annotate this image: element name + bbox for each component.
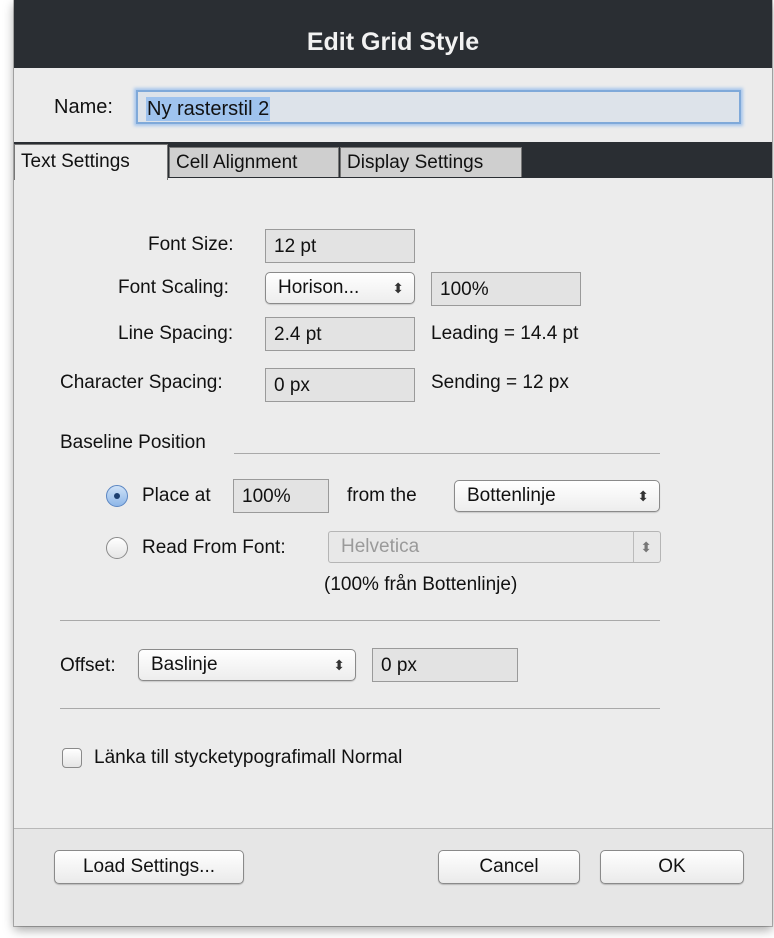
line-spacing-label: Line Spacing: — [118, 323, 234, 344]
font-size-label: Font Size: — [148, 234, 234, 255]
character-spacing-field[interactable]: 0 px — [265, 368, 415, 402]
title-bar[interactable]: Edit Grid Style — [14, 0, 772, 68]
sending-info: Sending = 12 px — [431, 372, 569, 393]
offset-value-field[interactable]: 0 px — [372, 648, 518, 682]
offset-select[interactable]: Baslinje ⬍ — [138, 649, 356, 681]
read-from-font-note: (100% från Bottenlinje) — [324, 574, 518, 595]
name-input[interactable]: Ny rasterstil 2 — [136, 90, 741, 124]
offset-top-divider — [60, 620, 660, 621]
place-at-radio[interactable] — [106, 485, 128, 507]
read-from-font-select[interactable]: Helvetica ⬍ — [328, 531, 661, 563]
tab-cell-alignment[interactable]: Cell Alignment — [169, 147, 339, 177]
font-scaling-select[interactable]: Horison... ⬍ — [265, 272, 415, 304]
link-style-label: Länka till stycketypografimall Normal — [94, 747, 403, 768]
name-label: Name: — [54, 96, 113, 118]
ok-button[interactable]: OK — [600, 850, 744, 884]
leading-info: Leading = 14.4 pt — [431, 323, 579, 344]
place-at-percent-field[interactable]: 100% — [233, 479, 329, 513]
name-input-value: Ny rasterstil 2 — [146, 97, 271, 121]
tab-text-settings[interactable]: Text Settings — [14, 144, 168, 180]
place-at-label: Place at — [142, 485, 211, 506]
edit-grid-style-dialog: Edit Grid Style Name: Ny rasterstil 2 Te… — [14, 0, 772, 926]
tab-display-settings[interactable]: Display Settings — [340, 147, 522, 177]
font-scaling-label: Font Scaling: — [118, 277, 229, 298]
select-arrows-icon: ⬍ — [333, 657, 345, 673]
character-spacing-label: Character Spacing: — [60, 372, 223, 393]
cancel-button[interactable]: Cancel — [438, 850, 580, 884]
font-scaling-select-value: Horison... — [278, 277, 360, 298]
offset-label: Offset: — [60, 655, 116, 676]
font-scaling-percent-field[interactable]: 100% — [431, 272, 581, 306]
read-from-font-label: Read From Font: — [142, 537, 286, 558]
link-style-checkbox[interactable] — [62, 748, 82, 768]
baseline-position-heading: Baseline Position — [60, 432, 206, 453]
read-from-font-select-value: Helvetica — [341, 536, 420, 557]
from-the-label: from the — [347, 485, 417, 506]
font-size-field[interactable]: 12 pt — [265, 229, 415, 263]
select-arrows-icon: ⬍ — [637, 488, 649, 504]
load-settings-button[interactable]: Load Settings... — [54, 850, 244, 884]
offset-select-value: Baslinje — [151, 654, 218, 675]
baseline-divider — [234, 453, 660, 454]
select-arrows-icon: ⬍ — [633, 532, 652, 562]
dialog-title: Edit Grid Style — [306, 27, 480, 56]
line-spacing-field[interactable]: 2.4 pt — [265, 317, 415, 351]
select-arrows-icon: ⬍ — [392, 280, 404, 296]
offset-bottom-divider — [60, 708, 660, 709]
baseline-reference-select-value: Bottenlinje — [467, 485, 556, 506]
read-from-font-radio[interactable] — [106, 537, 128, 559]
baseline-reference-select[interactable]: Bottenlinje ⬍ — [454, 480, 660, 512]
